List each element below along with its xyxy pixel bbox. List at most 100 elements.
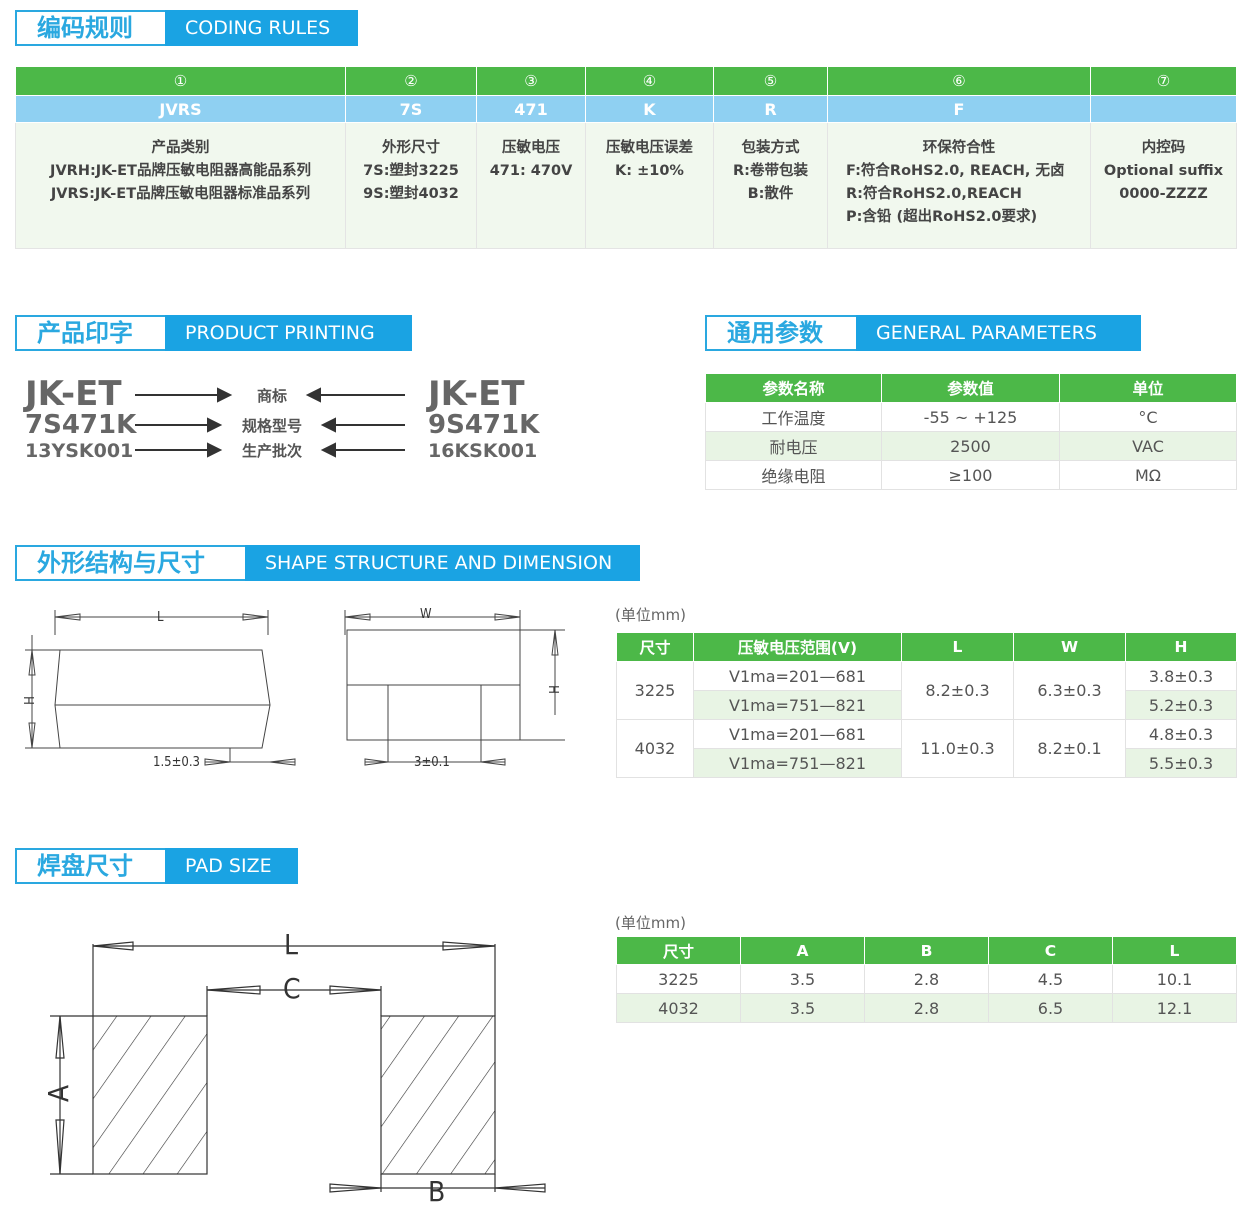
shape-range: V1ma=201—681 [693, 661, 902, 691]
coding-num: ⑤ [713, 66, 828, 96]
pad-header: L [1112, 936, 1237, 965]
end-w-label: W [420, 607, 432, 622]
side-terminal-label: 1.5±0.3 [153, 755, 200, 770]
coding-code: 7S [345, 95, 477, 123]
general-header: 单位 [1059, 373, 1237, 403]
shape-h: 5.2±0.3 [1125, 690, 1237, 720]
desc-line: 外形尺寸 [382, 140, 440, 156]
desc-line: R:符合RoHS2.0,REACH [846, 186, 1022, 202]
coding-num: ④ [585, 66, 714, 96]
general-header: 参数值 [881, 373, 1060, 403]
desc-line: 压敏电压误差 [606, 140, 693, 156]
printing-right-brand: JK-ET [428, 374, 525, 414]
param-value: ≥100 [881, 460, 1060, 490]
shape-structure-title-zh: 外形结构与尺寸 [15, 545, 245, 581]
general-parameters-header: 通用参数 GENERAL PARAMETERS [705, 315, 1141, 351]
desc-line: K: ±10% [615, 163, 684, 179]
pad-header: C [988, 936, 1113, 965]
side-l-label: L [157, 610, 164, 625]
param-value: 2500 [881, 431, 1060, 461]
coding-code-row: JVRS 7S 471 K R F [15, 95, 1237, 123]
shape-l: 11.0±0.3 [901, 719, 1014, 778]
printing-right-model: 9S471K [428, 410, 540, 440]
coding-desc-row: 产品类别 JVRH:JK-ET品牌压敏电阻器高能品系列 JVRS:JK-ET品牌… [15, 122, 1237, 249]
desc-line: P:含铅 (超出RoHS2.0要求) [846, 209, 1038, 225]
coding-desc-category: 产品类别 JVRH:JK-ET品牌压敏电阻器高能品系列 JVRS:JK-ET品牌… [15, 122, 346, 249]
table-row: 3225 3.5 2.8 4.5 10.1 [616, 964, 1237, 994]
desc-line: 9S:塑封4032 [363, 186, 459, 202]
coding-desc-voltage: 压敏电压 471: 470V [476, 122, 586, 249]
pad-cell: 12.1 [1112, 993, 1237, 1023]
param-value: -55 ~ +125 [881, 402, 1060, 432]
pad-cell: 4032 [616, 993, 741, 1023]
coding-num: ① [15, 66, 346, 96]
shape-range: V1ma=201—681 [693, 719, 902, 749]
table-row: 4032 V1ma=201—681 11.0±0.3 8.2±0.1 4.8±0… [616, 719, 1237, 778]
end-terminal-label: 3±0.1 [414, 755, 450, 770]
shape-header: W [1013, 632, 1126, 662]
desc-line: F:符合RoHS2.0, REACH, 无卤 [846, 163, 1065, 179]
shape-structure-header: 外形结构与尺寸 SHAPE STRUCTURE AND DIMENSION [15, 545, 640, 581]
desc-line: JVRS:JK-ET品牌压敏电阻器标准品系列 [50, 186, 311, 202]
param-name: 绝缘电阻 [705, 460, 882, 490]
printing-arrows [135, 387, 405, 458]
shape-range: V1ma=751—821 [693, 690, 902, 720]
coding-desc-rohs: 环保符合性 F:符合RoHS2.0, REACH, 无卤 R:符合RoHS2.0… [827, 122, 1091, 249]
shape-unit-label: (单位mm) [615, 606, 686, 624]
coding-rules-table: ① ② ③ ④ ⑤ ⑥ ⑦ JVRS 7S 471 K R F 产品类别 JVR… [15, 66, 1237, 249]
shape-l: 8.2±0.3 [901, 661, 1014, 720]
coding-desc-internal: 内控码 Optional suffix 0000-ZZZZ [1090, 122, 1237, 249]
product-printing-title-zh: 产品印字 [15, 315, 165, 351]
desc-line: 0000-ZZZZ [1119, 186, 1208, 202]
shape-header: H [1125, 632, 1237, 662]
coding-num: ② [345, 66, 477, 96]
shape-structure-title-en: SHAPE STRUCTURE AND DIMENSION [245, 545, 640, 581]
pad-cell: 2.8 [864, 964, 989, 994]
pad-size-table: 尺寸 A B C L 3225 3.5 2.8 4.5 10.1 4032 3.… [616, 936, 1237, 1023]
pad-cell: 2.8 [864, 993, 989, 1023]
coding-code: F [827, 95, 1091, 123]
shape-w: 6.3±0.3 [1013, 661, 1126, 720]
coding-code: 471 [476, 95, 586, 123]
desc-line: 471: 470V [489, 163, 573, 179]
general-header-row: 参数名称 参数值 单位 [705, 373, 1237, 403]
shape-w: 8.2±0.1 [1013, 719, 1126, 778]
printing-left-batch: 13YSK001 [25, 440, 134, 462]
shape-h: 4.8±0.3 [1125, 719, 1237, 749]
table-row: 4032 3.5 2.8 6.5 12.1 [616, 993, 1237, 1023]
table-row: 3225 V1ma=201—681 8.2±0.3 6.3±0.3 3.8±0.… [616, 661, 1237, 720]
desc-line: R:卷带包装 [733, 163, 808, 179]
product-printing-header: 产品印字 PRODUCT PRINTING [15, 315, 412, 351]
pad-size-header: 焊盘尺寸 PAD SIZE [15, 848, 298, 884]
param-name: 工作温度 [705, 402, 882, 432]
pad-header: B [864, 936, 989, 965]
printing-right-batch: 16KSK001 [428, 440, 538, 462]
coding-number-row: ① ② ③ ④ ⑤ ⑥ ⑦ [15, 66, 1237, 96]
coding-code: K [585, 95, 714, 123]
printing-left-brand: JK-ET [25, 374, 122, 414]
table-row: 工作温度 -55 ~ +125 °C [705, 402, 1237, 432]
coding-num: ③ [476, 66, 586, 96]
pad-c-label: C [283, 972, 301, 1005]
coding-rules-title-zh: 编码规则 [15, 10, 165, 46]
coding-desc-size: 外形尺寸 7S:塑封3225 9S:塑封4032 [345, 122, 477, 249]
coding-rules-title-en: CODING RULES [165, 10, 358, 46]
side-h-label: H [22, 696, 38, 705]
desc-line: B:散件 [747, 186, 794, 202]
shape-h: 5.5±0.3 [1125, 748, 1237, 778]
shape-range: V1ma=751—821 [693, 748, 902, 778]
shape-size: 3225 [616, 661, 694, 720]
coding-code: JVRS [15, 95, 346, 123]
end-h-label: H [547, 685, 563, 694]
pad-size-title-en: PAD SIZE [165, 848, 298, 884]
param-unit: VAC [1059, 431, 1237, 461]
desc-line: 包装方式 [741, 140, 800, 156]
pad-b-label: B [428, 1175, 446, 1208]
shape-size: 4032 [616, 719, 694, 778]
product-printing-title-en: PRODUCT PRINTING [165, 315, 412, 351]
shape-header: 压敏电压范围(V) [693, 632, 902, 662]
shape-h: 3.8±0.3 [1125, 661, 1237, 691]
param-name: 耐电压 [705, 431, 882, 461]
pad-cell: 6.5 [988, 993, 1113, 1023]
coding-desc-tolerance: 压敏电压误差 K: ±10% [585, 122, 714, 249]
